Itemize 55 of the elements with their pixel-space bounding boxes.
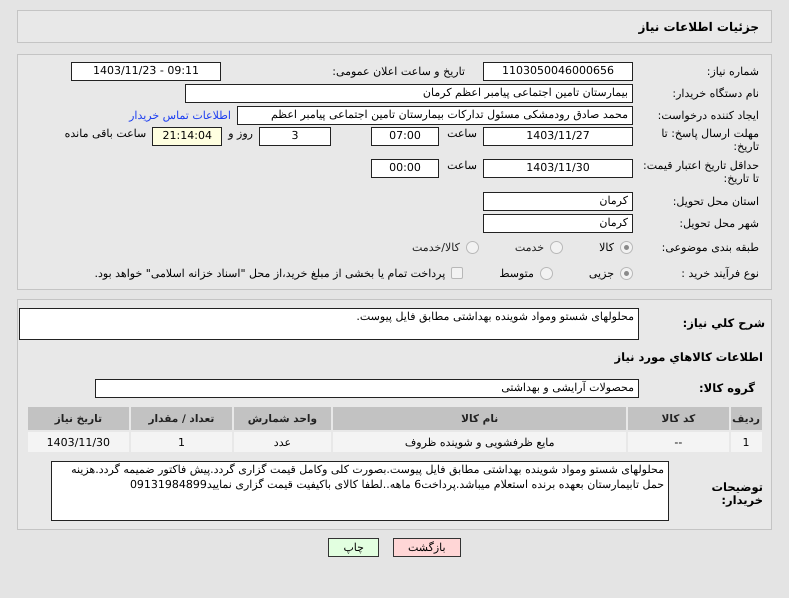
radio-option[interactable]: کالا/خدمت: [412, 240, 479, 254]
radio-option[interactable]: خدمت: [514, 240, 564, 254]
contact-link[interactable]: اطلاعات تماس خریدار: [129, 108, 231, 122]
payment-checkbox[interactable]: پرداخت تمام یا بخشی از مبلغ خرید،از محل "اسناد خزانه اسلامی" خواهد بود.: [94, 266, 464, 280]
text-field[interactable]: محلولهای شستو ومواد شوینده بهداشتی مطابق فایل پیوست.بصورت کلی وکامل قیمت گزاری گردد.پیش فاکتور ضمیمه گردد.هزینه حمل تابیمارستان بعهده برنده استعلام میباشد.پرداخت6 ماهه..لطفا کالای باکیفیت قیمت گزاری نمایید09131984899: [51, 461, 669, 521]
text-field[interactable]: 1403/11/23 - 09:11: [71, 62, 221, 80]
column-header: ردیف: [730, 406, 762, 431]
field-label: استان محل تحویل:: [672, 194, 760, 208]
table-cell: --: [627, 431, 730, 453]
field-label: حداقل تاریخ اعتبار قیمت: تا تاریخ:: [642, 159, 760, 185]
column-header: واحد شمارش: [232, 406, 332, 431]
text-field[interactable]: 07:00: [371, 127, 439, 146]
text-field[interactable]: 1403/11/30: [483, 159, 633, 178]
time-label: ساعت: [446, 127, 477, 140]
field-label: شهر محل تحویل:: [678, 216, 760, 230]
text-field[interactable]: کرمان: [483, 192, 633, 210]
text-field[interactable]: 3: [259, 127, 331, 146]
text-field[interactable]: محمد صادق رودمشکی مسئول تدارکات بیمارستان تامین اجتماعی پیامبر اعظم: [237, 106, 633, 124]
radio-option[interactable]: کالا: [599, 240, 633, 254]
days-label: روز و: [228, 127, 253, 140]
text-field[interactable]: 00:00: [371, 159, 439, 178]
field-label: گروه کالا:: [698, 382, 756, 394]
column-header: نام کالا: [332, 406, 628, 431]
text-field[interactable]: بیمارستان تامین اجتماعی پیامبر اعظم کرمان: [185, 84, 633, 102]
page-title: جزئیات اطلاعات نیاز: [638, 20, 759, 34]
text-field[interactable]: 21:14:04: [152, 127, 222, 146]
column-header: تاریخ نیاز: [26, 406, 130, 431]
back-button[interactable]: بازگشت: [392, 538, 461, 557]
section-heading: اطلاعات کالاهاي مورد نياز: [614, 350, 764, 364]
text-field[interactable]: محلولهای شستو ومواد شوینده بهداشتی مطابق فایل پیوست.: [19, 308, 639, 340]
time-label: ساعت: [446, 159, 477, 172]
radio-option[interactable]: متوسط: [499, 266, 553, 280]
table-cell: مایع ظرفشویی و شوینده ظروف: [332, 431, 628, 453]
text-field[interactable]: کرمان: [483, 214, 633, 232]
table-cell: عدد: [232, 431, 332, 453]
field-label: ایجاد کننده درخواست:: [656, 108, 760, 122]
field-label: تاریخ و ساعت اعلان عمومی:: [331, 64, 466, 78]
column-header: کد کالا: [627, 406, 730, 431]
field-label: مهلت ارسال پاسخ: تا تاریخ:: [660, 127, 760, 153]
field-label: نوع فرآیند خرید :: [680, 266, 760, 280]
remaining-label: ساعت باقی مانده: [64, 127, 146, 140]
text-field[interactable]: محصولات آرایشی و بهداشتی: [95, 378, 639, 398]
field-label: نام دستگاه خریدار:: [671, 86, 760, 100]
print-button[interactable]: چاپ: [328, 538, 379, 557]
field-label: توضیحات خریدار:: [710, 479, 764, 507]
table-cell: 1403/11/30: [26, 431, 130, 453]
table-cell: 1: [730, 431, 762, 453]
table-cell: 1: [130, 431, 233, 453]
field-label: طبقه بندی موضوعی:: [660, 240, 760, 254]
radio-option[interactable]: جزیی: [588, 266, 633, 280]
field-label: شماره نیاز:: [706, 64, 760, 78]
text-field[interactable]: 1403/11/27: [483, 127, 633, 146]
text-field[interactable]: 1103050046000656: [483, 62, 633, 80]
column-header: تعداد / مقدار: [130, 406, 233, 431]
field-label: شرح کلي نياز:: [682, 315, 766, 330]
